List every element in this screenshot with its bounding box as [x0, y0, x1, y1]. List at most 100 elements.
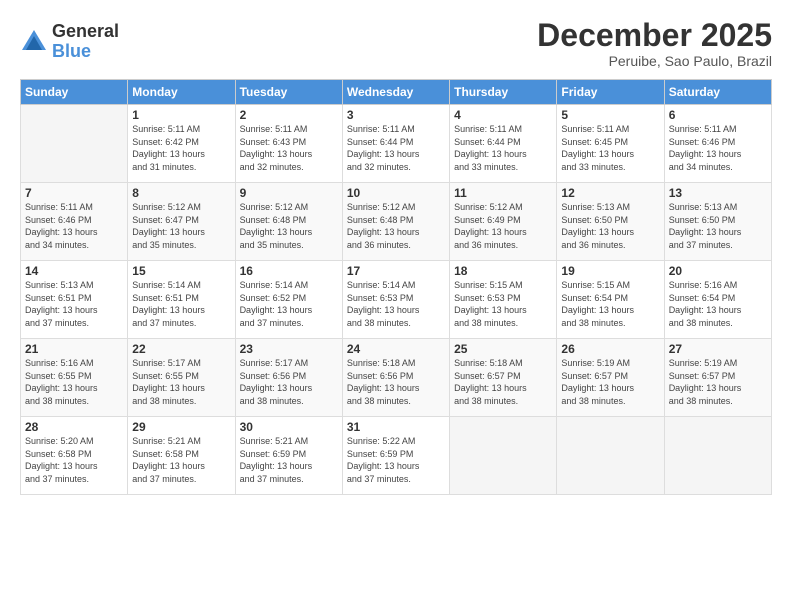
- calendar-week-3: 14 Sunrise: 5:13 AM Sunset: 6:51 PM Dayli…: [21, 261, 772, 339]
- calendar-cell: 2 Sunrise: 5:11 AM Sunset: 6:43 PM Daylig…: [235, 105, 342, 183]
- day-info: Sunrise: 5:12 AM Sunset: 6:47 PM Dayligh…: [132, 202, 205, 250]
- day-number: 30: [240, 420, 338, 434]
- day-info: Sunrise: 5:11 AM Sunset: 6:43 PM Dayligh…: [240, 124, 313, 172]
- calendar-cell: 12 Sunrise: 5:13 AM Sunset: 6:50 PM Dayli…: [557, 183, 664, 261]
- day-number: 20: [669, 264, 767, 278]
- day-info: Sunrise: 5:15 AM Sunset: 6:54 PM Dayligh…: [561, 280, 634, 328]
- weekday-header-monday: Monday: [128, 80, 235, 105]
- day-info: Sunrise: 5:21 AM Sunset: 6:59 PM Dayligh…: [240, 436, 313, 484]
- calendar-cell: 10Sunrise: 5:12 AM Sunset: 6:48 PM Dayli…: [342, 183, 449, 261]
- day-number: 14: [25, 264, 123, 278]
- calendar-cell: 17Sunrise: 5:14 AM Sunset: 6:53 PM Dayli…: [342, 261, 449, 339]
- day-info: Sunrise: 5:18 AM Sunset: 6:56 PM Dayligh…: [347, 358, 420, 406]
- day-info: Sunrise: 5:11 AM Sunset: 6:42 PM Dayligh…: [132, 124, 205, 172]
- calendar-cell: 5 Sunrise: 5:11 AM Sunset: 6:45 PM Daylig…: [557, 105, 664, 183]
- day-number: 18: [454, 264, 552, 278]
- calendar-cell: [450, 417, 557, 495]
- logo-icon: [20, 28, 48, 56]
- day-info: Sunrise: 5:20 AM Sunset: 6:58 PM Dayligh…: [25, 436, 98, 484]
- day-info: Sunrise: 5:13 AM Sunset: 6:51 PM Dayligh…: [25, 280, 98, 328]
- day-number: 12: [561, 186, 659, 200]
- calendar-cell: 11Sunrise: 5:12 AM Sunset: 6:49 PM Dayli…: [450, 183, 557, 261]
- calendar-cell: 18 Sunrise: 5:15 AM Sunset: 6:53 PM Dayli…: [450, 261, 557, 339]
- calendar-cell: 24 Sunrise: 5:18 AM Sunset: 6:56 PM Dayli…: [342, 339, 449, 417]
- calendar-cell: 4Sunrise: 5:11 AM Sunset: 6:44 PM Daylig…: [450, 105, 557, 183]
- day-info: Sunrise: 5:12 AM Sunset: 6:48 PM Dayligh…: [240, 202, 313, 250]
- day-info: Sunrise: 5:17 AM Sunset: 6:56 PM Dayligh…: [240, 358, 313, 406]
- day-number: 21: [25, 342, 123, 356]
- calendar-cell: 27 Sunrise: 5:19 AM Sunset: 6:57 PM Dayli…: [664, 339, 771, 417]
- day-info: Sunrise: 5:11 AM Sunset: 6:46 PM Dayligh…: [669, 124, 742, 172]
- day-number: 8: [132, 186, 230, 200]
- day-info: Sunrise: 5:19 AM Sunset: 6:57 PM Dayligh…: [669, 358, 742, 406]
- day-info: Sunrise: 5:15 AM Sunset: 6:53 PM Dayligh…: [454, 280, 527, 328]
- weekday-header-tuesday: Tuesday: [235, 80, 342, 105]
- weekday-header-friday: Friday: [557, 80, 664, 105]
- day-info: Sunrise: 5:14 AM Sunset: 6:51 PM Dayligh…: [132, 280, 205, 328]
- day-number: 4: [454, 108, 552, 122]
- day-number: 3: [347, 108, 445, 122]
- calendar-cell: 22 Sunrise: 5:17 AM Sunset: 6:55 PM Dayli…: [128, 339, 235, 417]
- calendar-cell: 21 Sunrise: 5:16 AM Sunset: 6:55 PM Dayli…: [21, 339, 128, 417]
- day-number: 13: [669, 186, 767, 200]
- calendar-cell: 20Sunrise: 5:16 AM Sunset: 6:54 PM Dayli…: [664, 261, 771, 339]
- calendar-cell: 23 Sunrise: 5:17 AM Sunset: 6:56 PM Dayli…: [235, 339, 342, 417]
- title-block: December 2025 Peruibe, Sao Paulo, Brazil: [537, 18, 772, 69]
- weekday-header-thursday: Thursday: [450, 80, 557, 105]
- calendar-cell: 29 Sunrise: 5:21 AM Sunset: 6:58 PM Dayli…: [128, 417, 235, 495]
- day-number: 2: [240, 108, 338, 122]
- weekday-header-saturday: Saturday: [664, 80, 771, 105]
- calendar-cell: 9 Sunrise: 5:12 AM Sunset: 6:48 PM Daylig…: [235, 183, 342, 261]
- day-info: Sunrise: 5:22 AM Sunset: 6:59 PM Dayligh…: [347, 436, 420, 484]
- logo-text: General Blue: [52, 22, 119, 62]
- day-info: Sunrise: 5:13 AM Sunset: 6:50 PM Dayligh…: [561, 202, 634, 250]
- calendar-cell: 28Sunrise: 5:20 AM Sunset: 6:58 PM Dayli…: [21, 417, 128, 495]
- day-number: 26: [561, 342, 659, 356]
- calendar-cell: 30 Sunrise: 5:21 AM Sunset: 6:59 PM Dayli…: [235, 417, 342, 495]
- day-number: 29: [132, 420, 230, 434]
- day-number: 24: [347, 342, 445, 356]
- calendar-cell: 3 Sunrise: 5:11 AM Sunset: 6:44 PM Daylig…: [342, 105, 449, 183]
- day-info: Sunrise: 5:21 AM Sunset: 6:58 PM Dayligh…: [132, 436, 205, 484]
- calendar-cell: [664, 417, 771, 495]
- weekday-header-sunday: Sunday: [21, 80, 128, 105]
- day-number: 25: [454, 342, 552, 356]
- calendar-cell: [21, 105, 128, 183]
- day-number: 22: [132, 342, 230, 356]
- day-number: 9: [240, 186, 338, 200]
- calendar-cell: 19 Sunrise: 5:15 AM Sunset: 6:54 PM Dayli…: [557, 261, 664, 339]
- header: General Blue December 2025 Peruibe, Sao …: [20, 18, 772, 69]
- calendar-cell: 31Sunrise: 5:22 AM Sunset: 6:59 PM Dayli…: [342, 417, 449, 495]
- weekday-header-row: SundayMondayTuesdayWednesdayThursdayFrid…: [21, 80, 772, 105]
- day-info: Sunrise: 5:12 AM Sunset: 6:49 PM Dayligh…: [454, 202, 527, 250]
- logo-blue: Blue: [52, 42, 119, 62]
- calendar-week-2: 7Sunrise: 5:11 AM Sunset: 6:46 PM Daylig…: [21, 183, 772, 261]
- weekday-header-wednesday: Wednesday: [342, 80, 449, 105]
- day-info: Sunrise: 5:17 AM Sunset: 6:55 PM Dayligh…: [132, 358, 205, 406]
- day-number: 5: [561, 108, 659, 122]
- calendar-cell: 13 Sunrise: 5:13 AM Sunset: 6:50 PM Dayli…: [664, 183, 771, 261]
- logo-general: General: [52, 22, 119, 42]
- day-number: 1: [132, 108, 230, 122]
- day-number: 19: [561, 264, 659, 278]
- day-info: Sunrise: 5:13 AM Sunset: 6:50 PM Dayligh…: [669, 202, 742, 250]
- calendar-week-1: 1 Sunrise: 5:11 AM Sunset: 6:42 PM Daylig…: [21, 105, 772, 183]
- day-info: Sunrise: 5:12 AM Sunset: 6:48 PM Dayligh…: [347, 202, 420, 250]
- day-number: 23: [240, 342, 338, 356]
- calendar-page: General Blue December 2025 Peruibe, Sao …: [0, 0, 792, 612]
- day-info: Sunrise: 5:11 AM Sunset: 6:44 PM Dayligh…: [347, 124, 420, 172]
- calendar-week-4: 21 Sunrise: 5:16 AM Sunset: 6:55 PM Dayli…: [21, 339, 772, 417]
- calendar-cell: 16Sunrise: 5:14 AM Sunset: 6:52 PM Dayli…: [235, 261, 342, 339]
- day-number: 6: [669, 108, 767, 122]
- logo: General Blue: [20, 22, 119, 62]
- day-info: Sunrise: 5:11 AM Sunset: 6:45 PM Dayligh…: [561, 124, 634, 172]
- day-info: Sunrise: 5:16 AM Sunset: 6:55 PM Dayligh…: [25, 358, 98, 406]
- calendar-cell: [557, 417, 664, 495]
- calendar-cell: 14 Sunrise: 5:13 AM Sunset: 6:51 PM Dayli…: [21, 261, 128, 339]
- calendar-cell: 15Sunrise: 5:14 AM Sunset: 6:51 PM Dayli…: [128, 261, 235, 339]
- calendar-cell: 26Sunrise: 5:19 AM Sunset: 6:57 PM Dayli…: [557, 339, 664, 417]
- calendar-table: SundayMondayTuesdayWednesdayThursdayFrid…: [20, 79, 772, 495]
- day-number: 27: [669, 342, 767, 356]
- day-info: Sunrise: 5:14 AM Sunset: 6:53 PM Dayligh…: [347, 280, 420, 328]
- calendar-week-5: 28Sunrise: 5:20 AM Sunset: 6:58 PM Dayli…: [21, 417, 772, 495]
